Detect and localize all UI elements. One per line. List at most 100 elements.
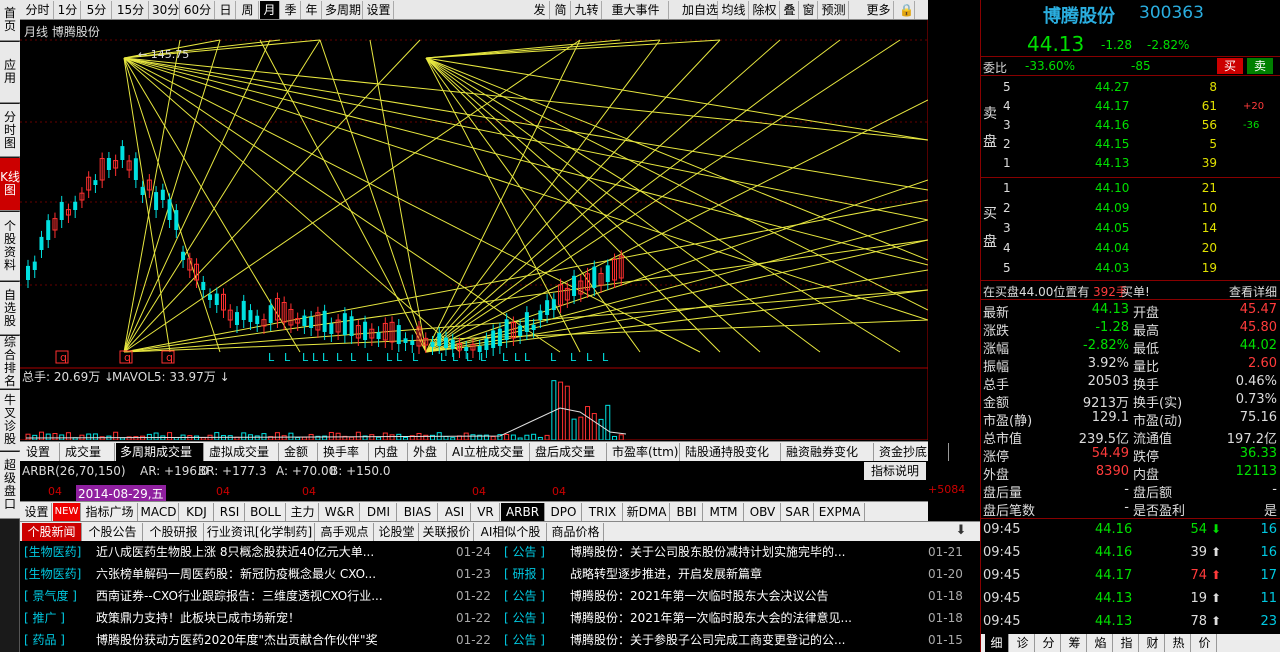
news-tab[interactable]: 个股研报 bbox=[144, 523, 204, 541]
indicator-list-tab[interactable]: TRIX bbox=[583, 503, 623, 521]
indicator-list-tab[interactable]: ARBR bbox=[501, 503, 545, 521]
toolbar-item[interactable]: 叠 bbox=[781, 1, 799, 19]
news-title[interactable]: 政策鼎力支持！此板块已成市场新宠！ bbox=[96, 607, 446, 629]
toolbar-item[interactable]: 简 bbox=[551, 1, 571, 19]
indicator-list-tab[interactable]: MTM bbox=[704, 503, 744, 521]
indicator-list-tab[interactable]: VR bbox=[472, 503, 500, 521]
toolbar-item[interactable]: 九转 bbox=[572, 1, 602, 19]
period-tab[interactable]: 年 bbox=[302, 1, 322, 19]
toolbar-item[interactable]: 均线 bbox=[719, 1, 749, 19]
left-tab[interactable]: 分时图 bbox=[0, 104, 20, 157]
indicator-list-tab[interactable]: 指标广场 bbox=[82, 503, 138, 521]
news-title[interactable]: 博腾股份：关于参股子公司完成工商变更登记的公... bbox=[570, 629, 920, 651]
indicator-list-tab[interactable]: BIAS bbox=[398, 503, 438, 521]
left-tab[interactable]: 首页 bbox=[0, 0, 20, 41]
period-tab[interactable]: 60分 bbox=[181, 1, 215, 19]
quote-tab[interactable]: 筹 bbox=[1063, 634, 1087, 652]
quote-tab[interactable]: 诊 bbox=[1011, 634, 1035, 652]
news-title[interactable]: 博腾股份：2021年第一次临时股东大会决议公告 bbox=[570, 585, 920, 607]
lock-icon[interactable]: 🔒 bbox=[897, 1, 915, 19]
indicator-tab[interactable]: 设置 bbox=[22, 443, 60, 461]
news-tab[interactable]: AI相似个股 bbox=[475, 523, 547, 541]
quote-tab[interactable]: 指 bbox=[1115, 634, 1139, 652]
indicator-tab[interactable]: 陆股通持股变化 bbox=[681, 443, 781, 461]
quote-tab[interactable]: 热 bbox=[1167, 634, 1191, 652]
toolbar-item[interactable]: 预测 bbox=[819, 1, 849, 19]
toolbar-item[interactable]: 发 bbox=[530, 1, 550, 19]
indicator-tab[interactable]: AI立桩成交量 bbox=[448, 443, 530, 461]
news-tab[interactable]: 个股公告 bbox=[83, 523, 143, 541]
news-title[interactable]: 六张榜单解码一周医药股：新冠防疫概念最火 CXO... bbox=[96, 563, 446, 585]
period-tab[interactable]: 1分 bbox=[55, 1, 81, 19]
toolbar-item[interactable]: 更多 bbox=[864, 1, 894, 19]
toolbar-item[interactable]: 除权 bbox=[750, 1, 780, 19]
download-icon[interactable]: ⬇ bbox=[952, 523, 970, 539]
quote-tab[interactable]: 分 bbox=[1037, 634, 1061, 652]
left-tab[interactable]: 应用 bbox=[0, 42, 20, 103]
indicator-list-tab[interactable]: DPO bbox=[546, 503, 582, 521]
left-tab[interactable]: 综合排名 bbox=[0, 336, 20, 389]
indicator-list-tab[interactable]: NEW bbox=[53, 503, 81, 521]
news-title[interactable]: 博腾股份：关于公司股东股份减持计划实施完毕的... bbox=[570, 541, 920, 563]
news-title[interactable]: 近八成医药生物股上涨 8只概念股获近40亿元大单... bbox=[96, 541, 446, 563]
indicator-list-tab[interactable]: W&R bbox=[320, 503, 360, 521]
period-tab[interactable]: 月 bbox=[260, 1, 280, 19]
quote-tab[interactable]: 焰 bbox=[1089, 634, 1113, 652]
toolbar-item[interactable]: 窗 bbox=[800, 1, 818, 19]
period-tab[interactable]: 30分 bbox=[150, 1, 180, 19]
indicator-list-tab[interactable]: 新DMA bbox=[624, 503, 670, 521]
indicator-list-tab[interactable]: RSI bbox=[215, 503, 245, 521]
period-tab[interactable]: 5分 bbox=[82, 1, 112, 19]
kline-chart[interactable]: 月线 博腾股份 153.46115.2876.6337.9876.63← 145… bbox=[20, 20, 928, 440]
quote-tab[interactable]: 价 bbox=[1193, 634, 1217, 652]
news-title[interactable]: 战略转型逐步推进，开启发展新篇章 bbox=[570, 563, 920, 585]
indicator-list-tab[interactable]: EXPMA bbox=[815, 503, 865, 521]
indicator-list-tab[interactable]: BOLL bbox=[246, 503, 286, 521]
indicator-tab[interactable]: 多周期成交量 bbox=[116, 443, 204, 461]
sell-button[interactable]: 卖 bbox=[1247, 58, 1273, 74]
indicator-list-tab[interactable]: DMI bbox=[361, 503, 397, 521]
indicator-tab[interactable]: 成交量 bbox=[61, 443, 115, 461]
news-tab[interactable]: 关联报价 bbox=[420, 523, 474, 541]
indicator-list-tab[interactable]: 设置 bbox=[22, 503, 52, 521]
indicator-tab[interactable]: 虚拟成交量 bbox=[205, 443, 279, 461]
left-tab[interactable]: 个股资料 bbox=[0, 212, 20, 281]
period-tab[interactable]: 分时 bbox=[22, 1, 54, 19]
period-tab[interactable]: 周 bbox=[237, 1, 259, 19]
news-title[interactable]: 博腾股份获动方医药2020年度"杰出贡献合作伙伴"奖 bbox=[96, 629, 446, 651]
indicator-list-tab[interactable]: KDJ bbox=[180, 503, 214, 521]
period-tab[interactable]: 日 bbox=[216, 1, 236, 19]
left-tab[interactable]: 牛叉诊股 bbox=[0, 390, 20, 451]
news-title[interactable]: 博腾股份：2021年第一次临时股东大会的法律意见... bbox=[570, 607, 920, 629]
left-tab[interactable]: K线图 bbox=[0, 158, 20, 211]
left-tab[interactable]: 超级盘口 bbox=[0, 452, 20, 519]
quote-tab[interactable]: 财 bbox=[1141, 634, 1165, 652]
period-tab[interactable]: 设置 bbox=[364, 1, 394, 19]
news-tab[interactable]: 商品价格 bbox=[548, 523, 604, 541]
buy-button[interactable]: 买 bbox=[1217, 58, 1243, 74]
indicator-tab[interactable]: 盘后成交量 bbox=[531, 443, 607, 461]
indicator-tab[interactable]: 市盈率(ttm) bbox=[608, 443, 680, 461]
news-tab[interactable]: 行业资讯[化学制药] bbox=[205, 523, 315, 541]
news-tab[interactable]: 论股堂 bbox=[375, 523, 419, 541]
news-tab[interactable]: 个股新闻 bbox=[22, 523, 82, 541]
indicator-list-tab[interactable]: 主力 bbox=[287, 503, 319, 521]
indicator-tab[interactable]: 外盘 bbox=[409, 443, 447, 461]
period-tab[interactable]: 季 bbox=[281, 1, 301, 19]
toolbar-item[interactable]: 重大事件 bbox=[603, 1, 669, 19]
indicator-help-button[interactable]: 指标说明 bbox=[864, 462, 926, 480]
left-tab[interactable]: 自选股 bbox=[0, 282, 20, 335]
indicator-tab[interactable]: 内盘 bbox=[370, 443, 408, 461]
indicator-tab[interactable]: 金额 bbox=[280, 443, 318, 461]
indicator-list-tab[interactable]: OBV bbox=[745, 503, 781, 521]
indicator-tab[interactable]: 资金抄底 bbox=[875, 443, 949, 461]
toolbar-item[interactable]: 加自选 bbox=[680, 1, 718, 19]
alert-detail-link[interactable]: 查看详细 bbox=[1229, 283, 1277, 300]
indicator-list-tab[interactable]: SAR bbox=[782, 503, 814, 521]
indicator-list-tab[interactable]: MACD bbox=[139, 503, 179, 521]
quote-tab[interactable]: 细 bbox=[985, 634, 1009, 652]
news-title[interactable]: 西南证券--CXO行业跟踪报告：三维度透视CXO行业... bbox=[96, 585, 446, 607]
period-tab[interactable]: 多周期 bbox=[323, 1, 363, 19]
news-tab[interactable]: 高手观点 bbox=[316, 523, 374, 541]
indicator-tab[interactable]: 融资融券变化 bbox=[782, 443, 874, 461]
